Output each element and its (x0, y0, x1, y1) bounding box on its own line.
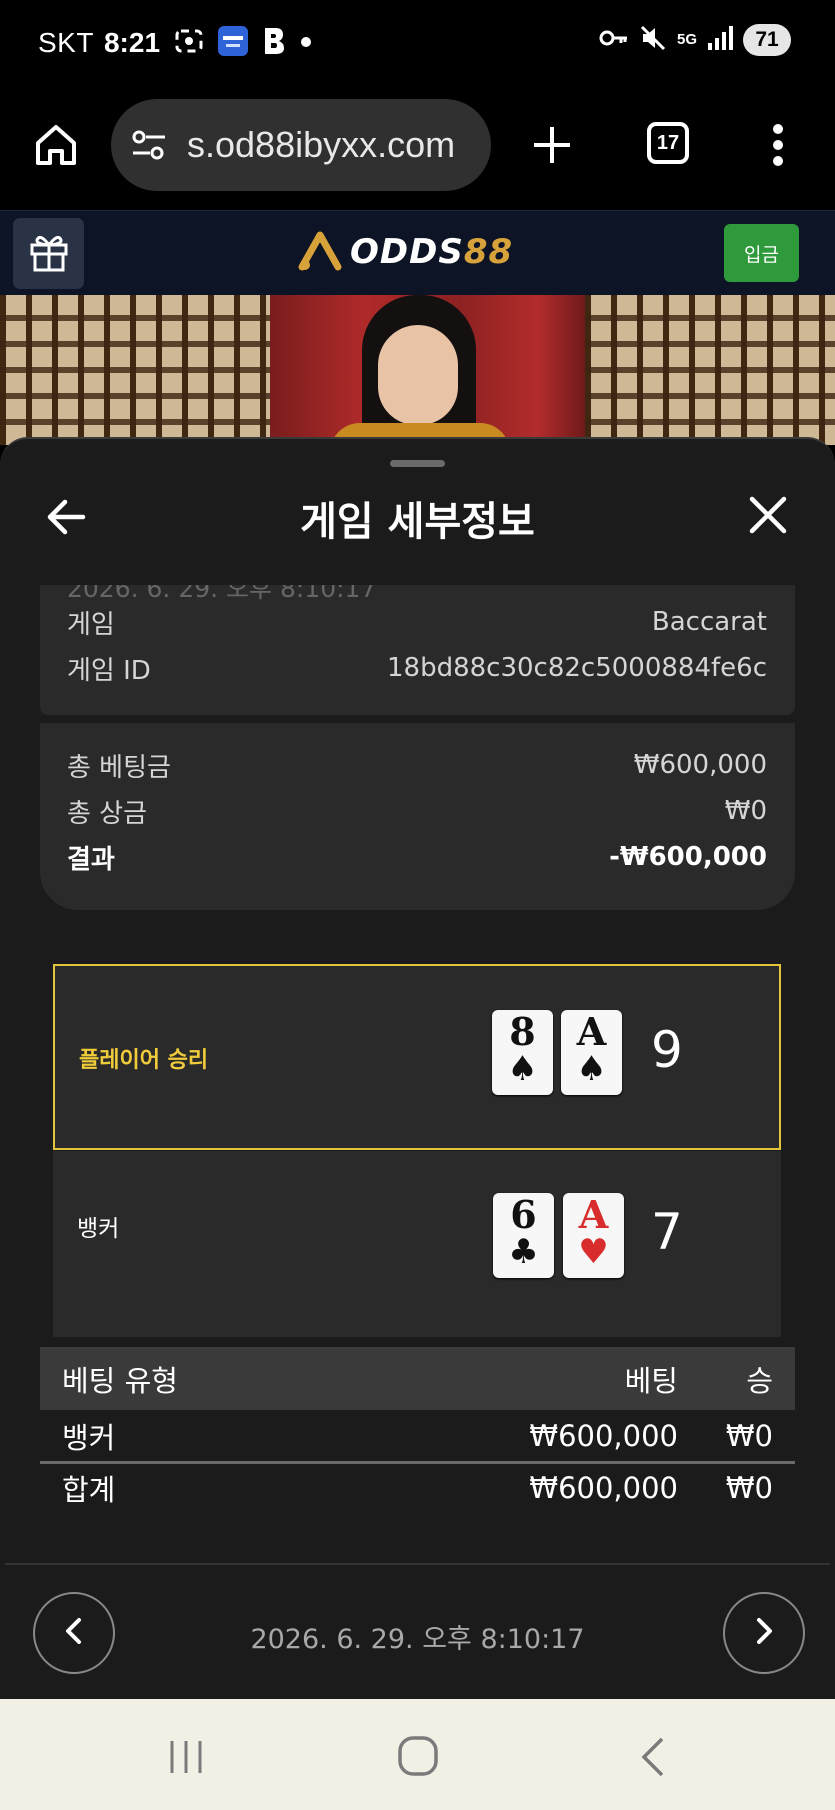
banker-score: 7 (651, 1203, 683, 1261)
carrier-label: SKT (38, 26, 94, 58)
gift-button[interactable] (13, 218, 84, 289)
table-row: 뱅커 ₩600,000 ₩0 (40, 1411, 795, 1461)
network-icon: 5G (676, 31, 697, 48)
bet-table-header: 베팅 유형 베팅 승 (40, 1347, 795, 1410)
player-score: 9 (651, 1021, 683, 1079)
brand-text: ODDS88 (350, 232, 514, 272)
header-win: 승 (746, 1363, 773, 1398)
total-bet-value: ₩600,000 (633, 750, 767, 780)
row-bet: ₩600,000 (529, 1419, 678, 1453)
total-bet-row: 총 베팅금 ₩600,000 (67, 747, 767, 783)
site-settings-icon[interactable] (129, 125, 169, 165)
mute-icon (639, 24, 667, 56)
game-label: 게임 (67, 609, 115, 640)
home-circle-icon[interactable] (397, 1735, 439, 1781)
total-prize-row: 총 상금 ₩0 (67, 793, 767, 829)
game-id-value: 18bd88c30c82c5000884fe6c (386, 653, 767, 683)
playing-card: A ♠ (561, 1010, 622, 1095)
game-id-label: 게임 ID (67, 655, 151, 686)
more-icon[interactable] (770, 121, 786, 169)
tabs-icon[interactable]: 17 (647, 122, 689, 164)
playing-card: 6 ♣ (493, 1193, 554, 1278)
back-chevron-icon[interactable] (638, 1735, 668, 1783)
sheet-title: 게임 세부정보 (300, 499, 535, 545)
result-label: 결과 (67, 844, 115, 875)
game-row: 게임 Baccarat (67, 604, 767, 640)
game-timestamp: 2026. 6. 29. 오후 8:10:17 (250, 1624, 585, 1655)
player-win-label: 플레이어 승리 (79, 1048, 209, 1073)
row-win: ₩0 (725, 1419, 773, 1453)
banker-result: 뱅커 6 ♣ A ♥ 7 (53, 1151, 781, 1337)
dot-icon (300, 33, 312, 52)
total-bet: ₩600,000 (529, 1471, 678, 1505)
footer-divider (5, 1563, 830, 1565)
player-result: 플레이어 승리 8 ♠ A ♠ 9 (53, 964, 781, 1150)
playing-card: A ♥ (563, 1193, 624, 1278)
total-win: ₩0 (725, 1471, 773, 1505)
logo-icon (298, 229, 342, 275)
header-bet-type: 베팅 유형 (62, 1363, 178, 1398)
url-text: s.od88ibyxx.com (187, 124, 456, 165)
chevron-right-icon (752, 1616, 776, 1650)
app-icon (218, 25, 249, 60)
plus-icon[interactable] (530, 123, 574, 167)
next-game-button[interactable] (723, 1592, 805, 1674)
screenshot-icon (174, 27, 204, 59)
total-type: 합계 (62, 1473, 116, 1507)
status-bar: SKT 8:21 5G 71 (0, 0, 835, 85)
total-bet-label: 총 베팅금 (67, 752, 171, 783)
result-row: 결과 -₩600,000 (67, 839, 767, 875)
header-bet: 베팅 (624, 1363, 678, 1398)
close-icon[interactable] (748, 495, 788, 535)
total-row: 합계 ₩600,000 ₩0 (40, 1463, 795, 1513)
key-icon (599, 27, 629, 53)
brand-logo[interactable]: ODDS88 (298, 229, 513, 275)
live-dealer-video (0, 295, 835, 445)
b-app-icon (262, 26, 286, 60)
playing-card: 8 ♠ (492, 1010, 553, 1095)
home-icon[interactable] (32, 121, 80, 169)
browser-toolbar: s.od88ibyxx.com 17 (0, 85, 835, 210)
deposit-button[interactable]: 입금 (724, 224, 799, 282)
signal-icon (707, 25, 733, 55)
row-bet-type: 뱅커 (62, 1421, 116, 1455)
gift-icon (28, 231, 70, 277)
site-header: ODDS88 입금 (0, 210, 835, 295)
battery-icon: 71 (743, 24, 791, 56)
drag-handle[interactable] (390, 460, 445, 467)
faded-timestamp: 2026. 6. 29. 오후 8:10:17 (67, 585, 377, 603)
clock: 8:21 (103, 26, 161, 58)
result-value: -₩600,000 (609, 842, 767, 872)
game-details-sheet: 게임 세부정보 2026. 6. 29. 오후 8:10:17 게임 Bacca… (0, 437, 835, 1699)
game-id-row: 게임 ID 18bd88c30c82c5000884fe6c (67, 650, 767, 686)
total-prize-value: ₩0 (724, 796, 767, 826)
android-navigation-bar (0, 1699, 835, 1810)
recents-icon[interactable] (166, 1737, 206, 1781)
total-prize-label: 총 상금 (67, 798, 148, 829)
address-bar[interactable]: s.od88ibyxx.com (111, 99, 491, 191)
game-value: Baccarat (651, 607, 767, 637)
game-info-card: 2026. 6. 29. 오후 8:10:17 게임 Baccarat 게임 I… (40, 585, 795, 715)
banker-label: 뱅커 (77, 1216, 120, 1242)
totals-card: 총 베팅금 ₩600,000 총 상금 ₩0 결과 -₩600,000 (40, 723, 795, 910)
